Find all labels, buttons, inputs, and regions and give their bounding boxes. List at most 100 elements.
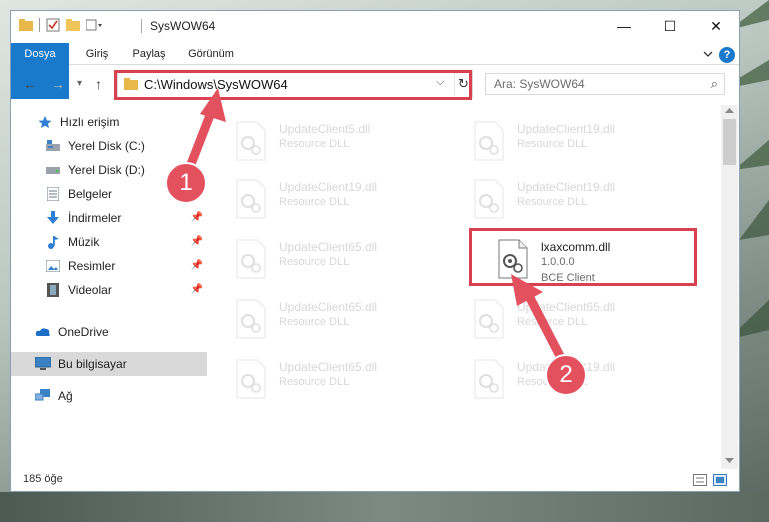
file-type: Resource DLL	[279, 316, 350, 328]
sidebar-item-label: Yerel Disk (C:)	[68, 139, 145, 153]
computer-icon	[35, 356, 51, 372]
pin-icon: 📌	[190, 284, 203, 295]
vertical-scrollbar[interactable]	[721, 105, 738, 469]
sidebar-item-local-disk-c[interactable]: Yerel Disk (C:)	[11, 134, 207, 158]
toolbar-divider	[39, 18, 40, 32]
file-list: UpdateClient5.dll Resource DLL UpdateCli…	[211, 107, 721, 469]
sidebar-item-label: Belgeler	[68, 187, 113, 201]
file-type: Resource DLL	[517, 376, 588, 388]
pin-icon: 📌	[190, 260, 203, 271]
sidebar-item-label: Hızlı erişim	[60, 115, 120, 129]
status-bar: 185 öğe	[11, 469, 739, 491]
file-item[interactable]: UpdateClient65.dll Resource DLL	[211, 233, 441, 289]
file-item[interactable]: UpdateClient19.dll Resource DLL	[449, 353, 679, 409]
file-item[interactable]: UpdateClient5.dll Resource DLL	[211, 115, 441, 171]
file-item[interactable]: UpdateClient65.dll Resource DLL	[211, 353, 441, 409]
sidebar-item-music[interactable]: Müzik 📌	[11, 230, 207, 254]
file-type: Resource DLL	[279, 256, 350, 268]
help-icon: ?	[723, 49, 731, 61]
item-count: 185 öğe	[23, 473, 63, 485]
back-button[interactable]: ←	[23, 76, 37, 92]
folder-icon	[19, 19, 33, 31]
up-button[interactable]: ↑	[95, 76, 102, 92]
sidebar-item-this-pc[interactable]: Bu bilgisayar	[11, 352, 207, 376]
video-icon	[45, 282, 61, 298]
close-icon: ✕	[710, 17, 722, 34]
sidebar-item-label: Resimler	[68, 259, 116, 273]
details-view-icon[interactable]	[693, 474, 707, 486]
drive-icon	[45, 162, 61, 178]
file-name: lxaxcomm.dll	[541, 240, 611, 254]
file-name: UpdateClient19.dll	[279, 180, 378, 194]
sidebar-item-onedrive[interactable]: OneDrive	[11, 320, 207, 344]
file-item[interactable]: UpdateClient65.dll Resource DLL	[211, 293, 441, 349]
window-title: SysWOW64	[150, 19, 216, 33]
sidebar-item-label: Yerel Disk (D:)	[68, 163, 145, 177]
file-item[interactable]: UpdateClient19.dll Resource DLL	[211, 173, 441, 229]
file-name: UpdateClient19.dll	[517, 122, 616, 136]
forward-button[interactable]: →	[51, 76, 65, 92]
search-input[interactable]: Ara: SysWOW64	[494, 77, 585, 91]
dll-file-icon	[498, 239, 528, 279]
sidebar-item-downloads[interactable]: İndirmeler 📌	[11, 206, 207, 230]
address-dropdown-button[interactable]: ⌵	[436, 76, 444, 89]
dll-file-icon	[474, 179, 504, 219]
file-item[interactable]: UpdateClient19.dll Resource DLL	[449, 115, 679, 171]
search-box[interactable]: Ara: SysWOW64 ⌕	[485, 73, 725, 95]
scroll-up-icon[interactable]	[725, 108, 734, 114]
quick-access-toolbar	[19, 18, 102, 32]
file-item-lxaxcomm-dll[interactable]: lxaxcomm.dll 1.0.0.0 BCE Client	[473, 233, 703, 289]
dll-file-icon	[236, 359, 266, 399]
pictures-icon	[45, 258, 61, 274]
search-icon: ⌕	[710, 76, 718, 91]
file-name: UpdateClient65.dll	[279, 240, 378, 254]
refresh-button[interactable]: ↻	[454, 73, 472, 95]
sidebar-item-pictures[interactable]: Resimler 📌	[11, 254, 207, 278]
sidebar-item-network[interactable]: Ağ	[11, 384, 207, 408]
minimize-icon: —	[617, 18, 631, 34]
dll-file-icon	[236, 299, 266, 339]
address-bar[interactable]: C:\Windows\SysWOW64 ⌵ ↻	[117, 70, 473, 98]
customize-toolbar-icon[interactable]	[86, 19, 102, 31]
title-divider	[141, 19, 142, 33]
sidebar-item-local-disk-d[interactable]: Yerel Disk (D:)	[11, 158, 207, 182]
file-item[interactable]: UpdateClient19.dll Resource DLL	[449, 173, 679, 229]
tab-view[interactable]: Görünüm	[181, 43, 241, 65]
tab-home[interactable]: Giriş	[75, 43, 119, 65]
scroll-down-icon[interactable]	[725, 458, 734, 464]
download-icon	[45, 210, 61, 226]
dll-file-icon	[474, 299, 504, 339]
close-button[interactable]: ✕	[693, 11, 739, 41]
maximize-button[interactable]: ☐	[647, 11, 693, 41]
file-name: UpdateClient5.dll	[279, 122, 371, 136]
address-path: C:\Windows\SysWOW64	[144, 77, 288, 92]
sidebar-item-documents[interactable]: Belgeler	[11, 182, 207, 206]
tab-share[interactable]: Paylaş	[125, 43, 173, 65]
music-icon	[45, 234, 61, 250]
sidebar-item-label: OneDrive	[58, 325, 109, 339]
file-item[interactable]: UpdateClient65.dll Resource DLL	[449, 293, 679, 349]
sidebar-item-label: Müzik	[68, 235, 100, 249]
minimize-button[interactable]: —	[601, 11, 647, 41]
properties-icon[interactable]	[46, 18, 60, 32]
scrollbar-thumb[interactable]	[723, 119, 736, 165]
sidebar-item-quick-access[interactable]: Hızlı erişim	[11, 110, 207, 134]
expand-ribbon-button[interactable]	[701, 47, 715, 61]
file-name: UpdateClient65.dll	[279, 360, 378, 374]
file-name: UpdateClient19.dll	[517, 360, 616, 374]
navigation-bar: ← → ▾ ↑ C:\Windows\SysWOW64 ⌵ ↻ Ara: Sys…	[11, 67, 739, 101]
help-button[interactable]: ?	[719, 47, 735, 63]
sidebar-item-videos[interactable]: Videolar 📌	[11, 278, 207, 302]
recent-locations-button[interactable]: ▾	[77, 78, 82, 89]
sidebar-item-label: Ağ	[58, 389, 73, 403]
pin-icon: 📌	[190, 236, 203, 247]
new-folder-icon[interactable]	[66, 19, 80, 31]
dll-file-icon	[236, 239, 266, 279]
network-icon	[35, 388, 51, 404]
drive-icon	[45, 138, 61, 154]
star-icon	[37, 114, 53, 130]
maximize-icon: ☐	[663, 17, 677, 34]
dll-file-icon	[236, 179, 266, 219]
large-icons-view-icon[interactable]	[713, 474, 727, 486]
file-type: Resource DLL	[279, 196, 350, 208]
